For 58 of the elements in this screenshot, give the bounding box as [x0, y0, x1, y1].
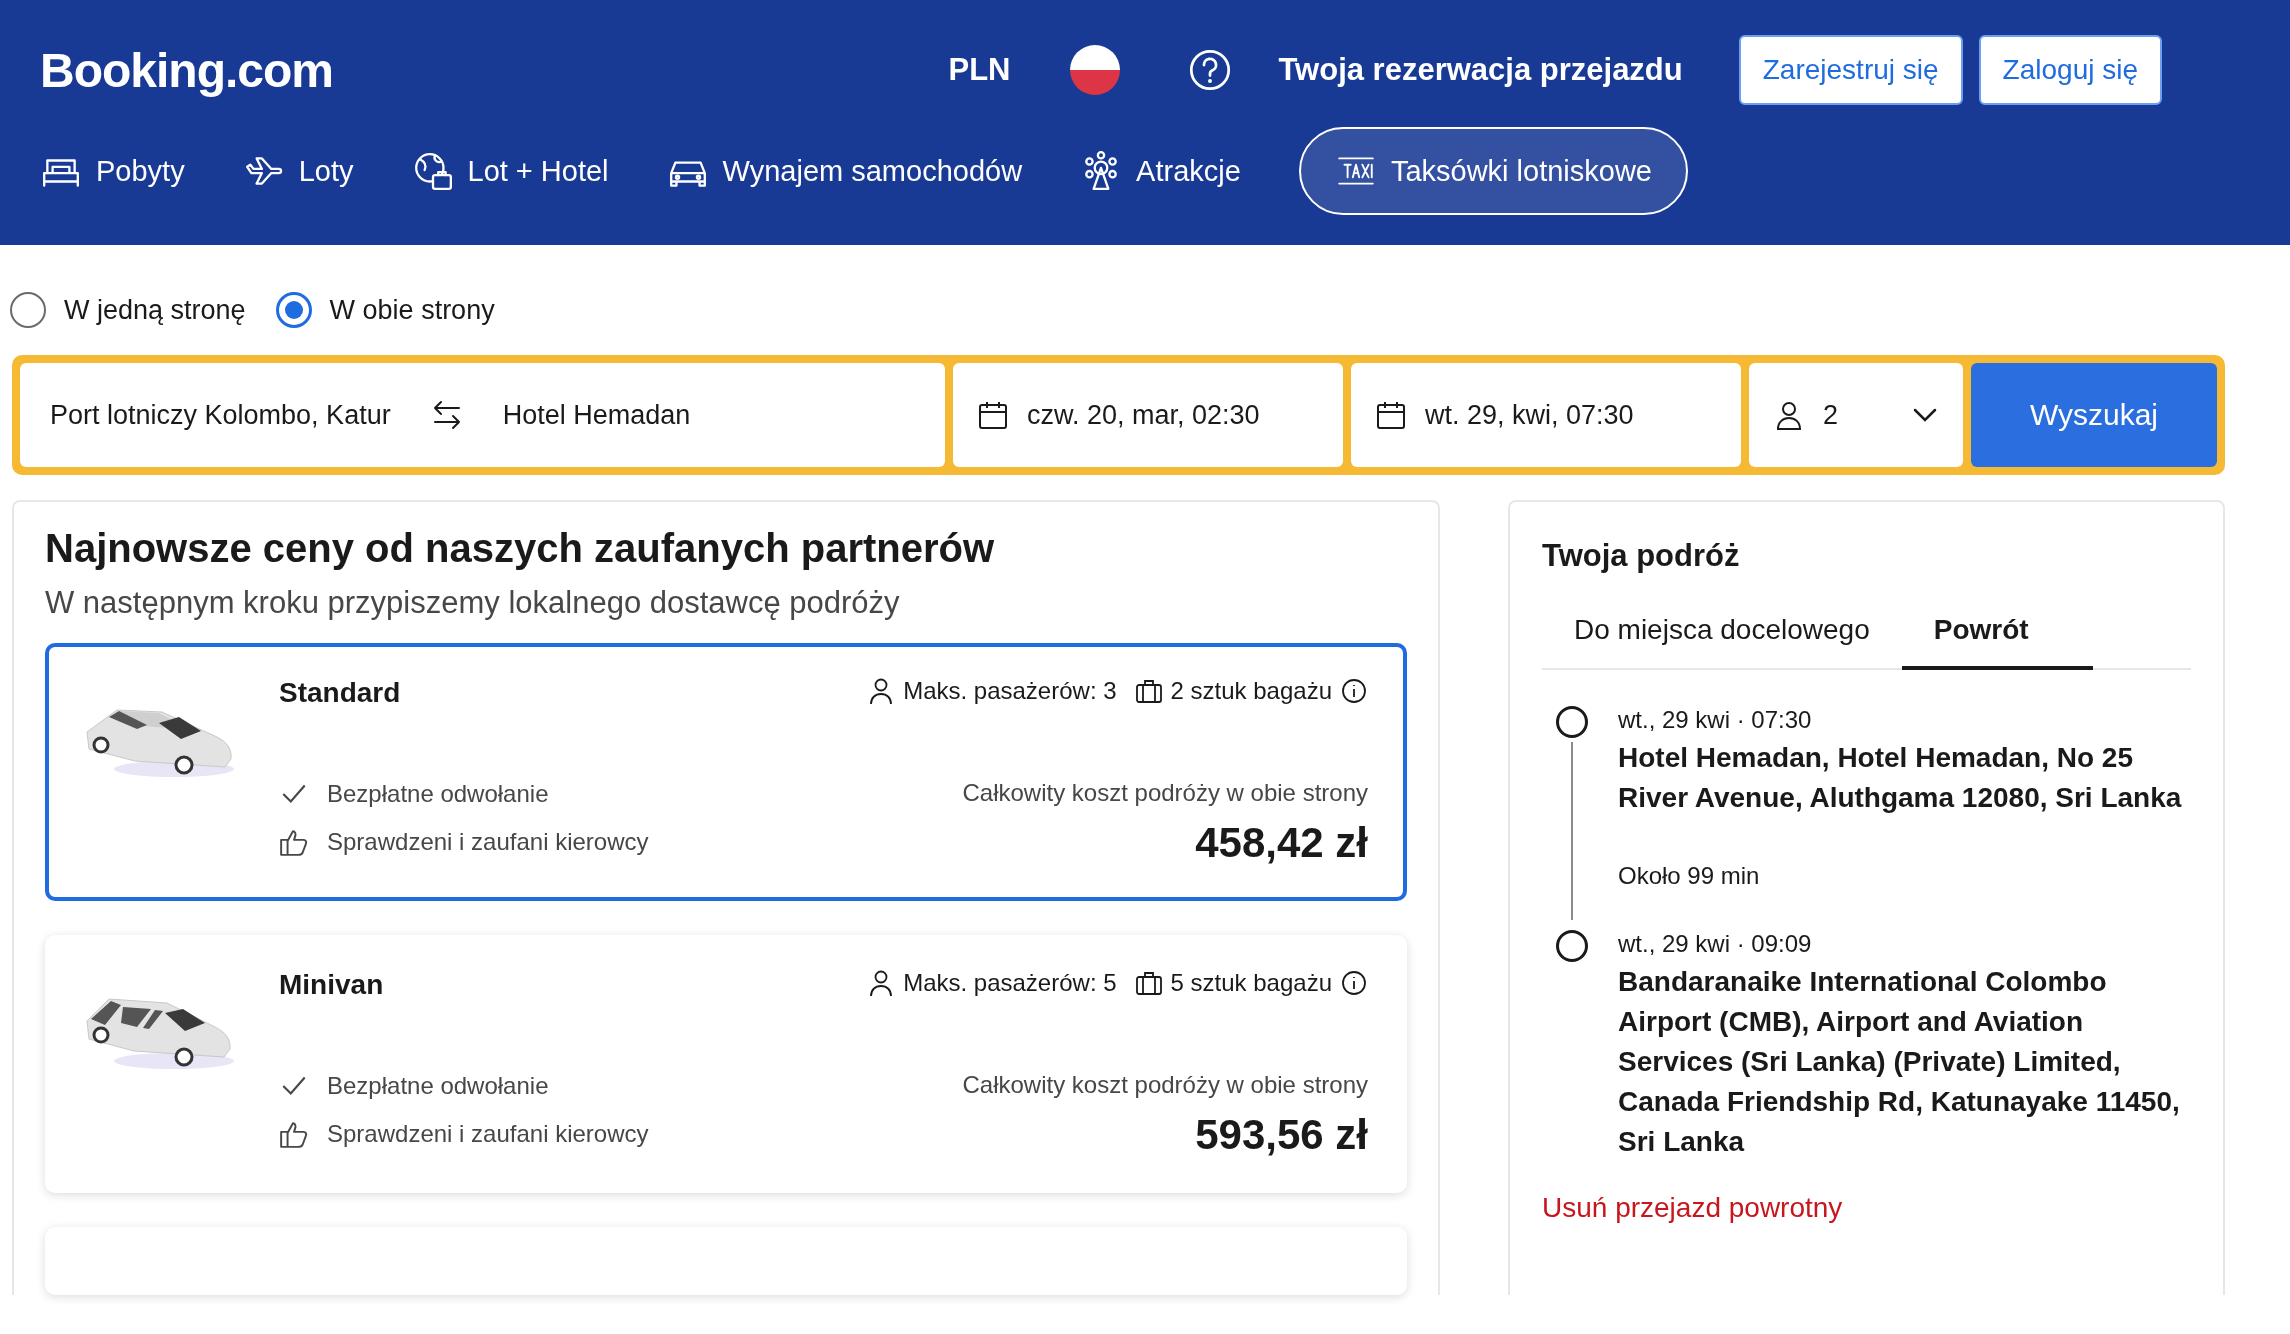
account-button[interactable]: Zaloguj się: [1978, 35, 2162, 105]
nav-tab[interactable]: Loty: [242, 127, 354, 215]
price: 593,56 zł: [1195, 1111, 1368, 1159]
stop-circle-icon: [1556, 706, 1588, 738]
destination-field[interactable]: Hotel Hemadan: [502, 399, 691, 431]
direction-tab[interactable]: Powrót: [1901, 604, 2093, 670]
vehicle-class: Standard: [279, 677, 401, 709]
suitcase-icon: [1134, 969, 1163, 997]
flag-icon[interactable]: [1070, 45, 1121, 95]
trip-duration: Około 99 min: [1618, 862, 1761, 890]
feature-text: Bezpłatne odwołanie: [327, 1072, 549, 1100]
calendar-icon: [1375, 399, 1407, 431]
stop-circle-icon: [1556, 930, 1588, 962]
pickup-field[interactable]: Port lotniczy Kolombo, Katur: [50, 399, 391, 431]
stop-address: Hotel Hemadan, Hotel Hemadan, No 25 River Avenue, Aluthgama 12080, Sri Lanka: [1618, 741, 2183, 815]
stop-time: wt., 29 kwi · 07:30: [1618, 706, 1813, 734]
account-button[interactable]: Zarejestruj się: [1738, 35, 1963, 105]
info-icon[interactable]: [1340, 969, 1368, 997]
booking-link[interactable]: Twoja rezerwacja przejazdu: [1278, 52, 1683, 88]
logo[interactable]: Booking.com: [40, 42, 333, 98]
nav-tab[interactable]: Wynajem samochodów: [666, 127, 1023, 215]
trip-title: Twoja podróż: [1542, 538, 1741, 574]
feature-text: Bezpłatne odwołanie: [327, 780, 549, 808]
help-icon[interactable]: [1188, 48, 1233, 92]
passenger-capacity: Maks. pasażerów: 3: [903, 677, 1117, 705]
return-date-field[interactable]: wt. 29, kwi, 07:30: [1351, 363, 1741, 467]
calendar-icon: [977, 399, 1009, 431]
offer-card[interactable]: Minivan Maks. pasażerów: 5 5 sztuk bagażu Bezpłatne odwołanie Sprawdzeni i zaufani kierowcy Całkowity koszt podróży w obie strony 593,56 zł: [45, 935, 1407, 1193]
offer-card[interactable]: Standard Maks. pasażerów: 3 2 sztuk bagażu Bezpłatne odwołanie Sprawdzeni i zaufani kierowcy Całkowity koszt podróży w obie strony 458,42 zł: [45, 643, 1407, 901]
luggage-capacity: 2 sztuk bagażu: [1170, 677, 1332, 705]
price: 458,42 zł: [1195, 819, 1368, 867]
nav-tab[interactable]: Lot + Hotel: [411, 127, 609, 215]
stop-address: Bandaranaike International Colombo Airport (CMB), Airport and Aviation Services (Sri Lanka) (Private) Limited, Canada Friendship Rd, Katunayake 11450, Sri Lanka: [1618, 965, 2181, 1159]
currency-selector[interactable]: PLN: [948, 52, 1011, 88]
vehicle-class: Minivan: [279, 969, 384, 1001]
nav-tab[interactable]: Pobyty: [40, 127, 185, 215]
thumbs-up-icon: [279, 827, 309, 857]
nav-tab[interactable]: Taksówki lotniskowe: [1298, 127, 1688, 215]
price-label: Całkowity koszt podróży w obie strony: [962, 779, 1368, 807]
remove-return-link[interactable]: Usuń przejazd powrotny: [1542, 1192, 1843, 1224]
passenger-capacity: Maks. pasażerów: 5: [903, 969, 1117, 997]
search-button[interactable]: Wyszukaj: [1971, 363, 2217, 467]
offers-title: Najnowsze ceny od naszych zaufanych partnerów: [45, 526, 996, 571]
direction-tab[interactable]: Do miejsca docelowego: [1542, 604, 1902, 670]
trip-type-radio[interactable]: W jedną stronę: [10, 292, 246, 328]
offers-subtitle: W następnym kroku przypiszemy lokalnego dostawcę podróży: [45, 585, 901, 621]
luggage-capacity: 5 sztuk bagażu: [1170, 969, 1332, 997]
feature-text: Sprawdzeni i zaufani kierowcy: [327, 828, 649, 856]
passengers-dropdown[interactable]: 2: [1749, 363, 1963, 467]
info-icon[interactable]: [1340, 677, 1368, 705]
trip-type-radio[interactable]: W obie strony: [275, 292, 495, 328]
suitcase-icon: [1134, 677, 1163, 705]
price-label: Całkowity koszt podróży w obie strony: [962, 1071, 1368, 1099]
stop-time: wt., 29 kwi · 09:09: [1618, 930, 1813, 958]
feature-text: Sprawdzeni i zaufani kierowcy: [327, 1120, 649, 1148]
nav-tab[interactable]: Atrakcje: [1080, 127, 1241, 215]
thumbs-up-icon: [279, 1119, 309, 1149]
departure-date-field[interactable]: czw. 20, mar, 02:30: [953, 363, 1343, 467]
